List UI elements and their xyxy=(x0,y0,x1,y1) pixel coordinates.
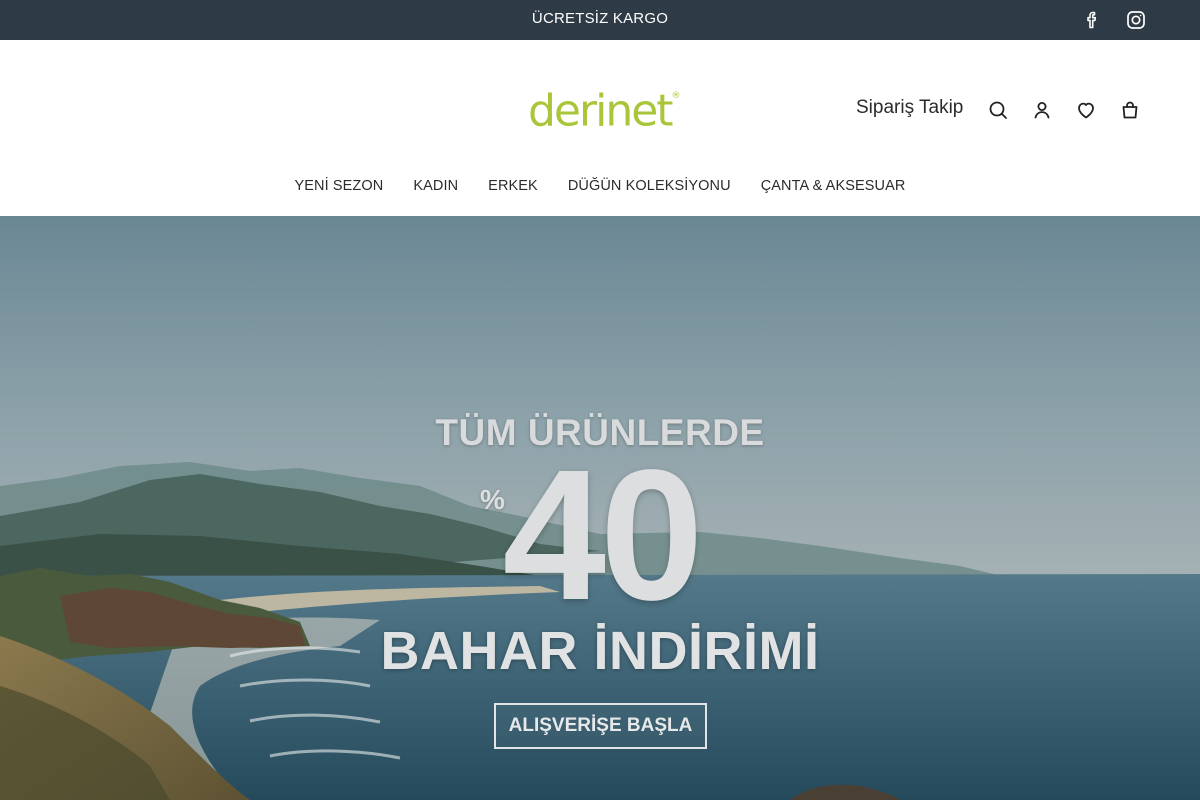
order-tracking-link[interactable]: Sipariş Takip xyxy=(856,96,963,120)
site-header: derinet® Sipariş Takip YENİ SEZON KADIN … xyxy=(0,40,1200,216)
nav-item-new-season[interactable]: YENİ SEZON xyxy=(295,176,384,196)
account-icon[interactable] xyxy=(1030,98,1054,122)
cart-icon[interactable] xyxy=(1118,98,1142,122)
nav-item-bags-accessories[interactable]: ÇANTA & AKSESUAR xyxy=(761,176,906,196)
logo-text: derinet xyxy=(528,85,674,137)
nav-item-women[interactable]: KADIN xyxy=(413,176,458,196)
hero-banner[interactable]: TÜM ÜRÜNLERDE % 40 BAHAR İNDİRİMİ ALIŞVE… xyxy=(0,216,1200,800)
start-shopping-button[interactable]: ALIŞVERİŞE BAŞLA xyxy=(494,703,707,749)
main-navigation: YENİ SEZON KADIN ERKEK DÜĞÜN KOLEKSİYONU… xyxy=(0,176,1200,196)
announcement-bar: ÜCRETSİZ KARGO xyxy=(0,0,1200,40)
hero-subheadline: BAHAR İNDİRİMİ xyxy=(380,621,820,681)
hero-discount-value: 40 xyxy=(502,432,704,639)
facebook-icon[interactable] xyxy=(1080,8,1104,32)
social-links xyxy=(1080,8,1148,32)
instagram-icon[interactable] xyxy=(1124,8,1148,32)
announcement-text: ÜCRETSİZ KARGO xyxy=(531,10,669,27)
wishlist-icon[interactable] xyxy=(1074,98,1098,122)
header-actions xyxy=(986,98,1142,122)
search-icon[interactable] xyxy=(986,98,1010,122)
brand-logo[interactable]: derinet® xyxy=(528,84,681,136)
logo-registered-mark: ® xyxy=(671,91,681,101)
nav-item-wedding-collection[interactable]: DÜĞÜN KOLEKSİYONU xyxy=(568,176,731,196)
nav-item-men[interactable]: ERKEK xyxy=(488,176,538,196)
